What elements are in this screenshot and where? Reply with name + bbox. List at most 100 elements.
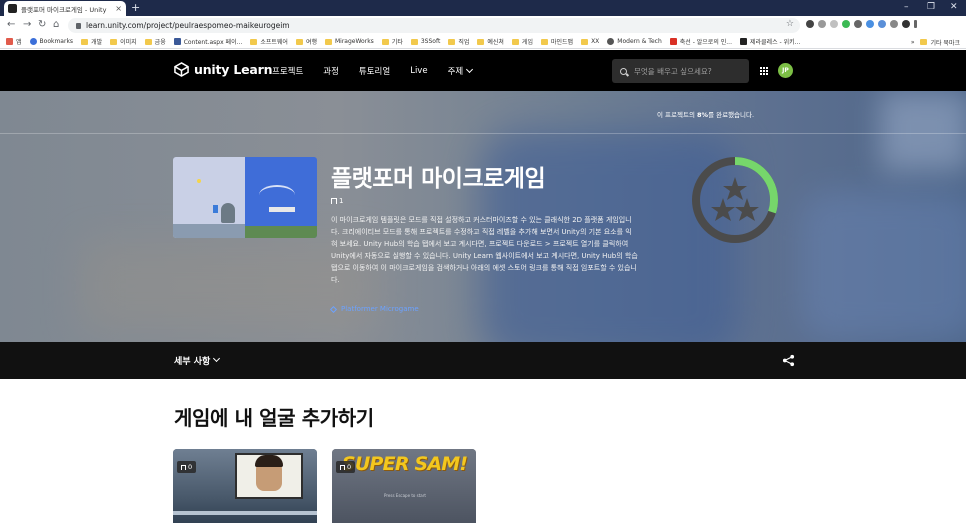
puzzle-extensions-icon[interactable] — [890, 20, 898, 28]
bookmark-folder[interactable]: 기타 — [381, 37, 403, 46]
thumbnail-tree — [221, 203, 235, 223]
bookmark-folder[interactable]: 여행 — [295, 37, 317, 46]
back-arrow-icon[interactable]: ← — [7, 19, 15, 31]
bookmark-folder[interactable]: 예신쳐 — [477, 37, 504, 46]
extension-icon[interactable] — [878, 20, 886, 28]
bookmark-folder[interactable]: 소프트웨어 — [250, 37, 288, 46]
search-input[interactable] — [634, 66, 744, 76]
bookmark-folder[interactable]: 금융 — [144, 37, 166, 46]
thumbnail-jump-arc — [259, 185, 295, 205]
folder-icon — [477, 38, 485, 45]
extension-icon[interactable] — [854, 20, 862, 28]
project-tag-label: Platformer Microgame — [341, 305, 419, 313]
bookmark-item[interactable]: Modern & Tech — [607, 38, 662, 45]
project-tag-link[interactable]: Platformer Microgame — [329, 305, 419, 313]
bookmark-label: 직업 — [458, 39, 470, 46]
bookmark-label: 축선 - 알으로의 인... — [679, 39, 732, 46]
nav-live[interactable]: Live — [410, 66, 427, 76]
extension-icon[interactable] — [842, 20, 850, 28]
other-bookmarks-folder[interactable]: 기타 북마크 — [920, 38, 960, 47]
unity-favicon-icon — [8, 4, 17, 13]
card-photo-hair — [255, 455, 283, 467]
bookmark-label: Modern & Tech — [617, 38, 662, 45]
browser-tab[interactable]: 플랫포머 마이크로게임 - Unity × — [4, 1, 126, 16]
extension-icon[interactable] — [818, 20, 826, 28]
address-bar[interactable]: learn.unity.com/project/peulraespomeo-ma… — [68, 18, 800, 33]
nav-topics-label: 주제 — [447, 66, 464, 77]
bookmark-label: XX — [591, 38, 600, 45]
card-art-title: SUPER SAM! — [342, 453, 468, 475]
card-count-value: 0 — [347, 463, 352, 471]
bookmark-folder[interactable]: 이미지 — [110, 37, 137, 46]
close-window-button[interactable]: ✕ — [950, 1, 958, 14]
bookmark-label: Content.aspx 페이... — [183, 39, 243, 46]
reload-icon[interactable]: ↻ — [38, 19, 46, 31]
bookmark-folder[interactable]: 직업 — [448, 37, 469, 46]
unity-learn-logo[interactable]: unity Learn — [174, 62, 273, 77]
bookmark-item[interactable]: Bookmarks — [29, 38, 74, 45]
bookmark-folder[interactable]: XX — [581, 38, 599, 45]
bookmark-item[interactable]: 제라클레스 - 위키... — [740, 37, 800, 46]
globe-icon — [607, 38, 615, 45]
extension-icon[interactable] — [806, 20, 814, 28]
project-count-value: 1 — [339, 197, 344, 205]
tutorial-card[interactable]: 0 — [173, 449, 317, 523]
bookmark-item[interactable]: 축선 - 알으로의 인... — [669, 37, 732, 46]
chevron-down-icon — [213, 354, 221, 363]
bookmark-folder[interactable]: 마인드맵 — [540, 37, 573, 46]
extension-icon[interactable] — [830, 20, 838, 28]
card-count-badge: 0 — [336, 461, 356, 473]
tutorial-card[interactable]: SUPER SAM! Press Escape to start 0 — [332, 449, 476, 523]
bookmark-folder[interactable]: 개발 — [81, 37, 102, 46]
star-icon — [723, 177, 747, 200]
bookmarks-more-button[interactable]: » — [911, 39, 915, 46]
lock-icon — [76, 22, 81, 29]
nav-courses[interactable]: 과정 — [323, 65, 339, 77]
bookmarks-overflow: » 기타 북마크 — [911, 35, 960, 48]
folder-icon — [920, 39, 928, 45]
tab-close-icon[interactable]: × — [115, 4, 122, 13]
bookmark-item[interactable]: Content.aspx 페이... — [173, 37, 243, 46]
details-toggle[interactable]: 세부 사항 — [174, 342, 221, 379]
menu-kebab-icon[interactable] — [914, 20, 917, 28]
new-tab-button[interactable]: + — [131, 1, 140, 15]
progress-value: 8% — [697, 111, 709, 119]
bookmark-label: 3SSoft — [420, 38, 441, 45]
nav-tutorials[interactable]: 튜토리얼 — [359, 65, 390, 77]
bookmark-label: Bookmarks — [39, 38, 74, 45]
folder-icon — [110, 38, 118, 45]
card-image-rail — [173, 511, 317, 515]
browser-toolbar: ← → ↻ ⌂ learn.unity.com/project/peulraes… — [0, 16, 966, 35]
folder-icon — [144, 38, 152, 45]
forward-arrow-icon[interactable]: → — [23, 19, 31, 31]
main-nav: 프로젝트 과정 튜토리얼 Live 주제 — [272, 50, 474, 91]
bookmark-apps[interactable]: 앱 — [6, 37, 22, 46]
page-icon — [669, 38, 677, 45]
bookmark-folder[interactable]: 게임 — [511, 37, 533, 46]
maximize-button[interactable]: ❐ — [927, 1, 935, 14]
progress-suffix: 를 완료했습니다. — [708, 111, 755, 119]
extension-icon[interactable] — [866, 20, 874, 28]
nav-topics-dropdown[interactable]: 주제 — [447, 65, 474, 77]
share-icon[interactable] — [782, 354, 795, 367]
minimize-button[interactable]: – — [904, 1, 909, 14]
nav-projects[interactable]: 프로젝트 — [272, 65, 303, 77]
thumbnail-coin — [197, 179, 201, 183]
search-box[interactable] — [612, 59, 749, 83]
bookmark-star-icon[interactable]: ☆ — [786, 19, 794, 29]
project-title: 플랫포머 마이크로게임 — [331, 166, 546, 192]
bookmark-folder[interactable]: 3SSoft — [410, 38, 441, 45]
apps-grid-icon[interactable] — [760, 67, 768, 75]
star-icon — [29, 38, 37, 45]
home-icon[interactable]: ⌂ — [53, 19, 59, 31]
star-icon — [711, 198, 735, 221]
profile-icon[interactable] — [902, 20, 910, 28]
user-avatar[interactable]: JP — [778, 63, 793, 78]
card-count-badge: 0 — [177, 461, 197, 473]
bookmark-folder[interactable]: MirageWorks — [324, 38, 374, 45]
details-label: 세부 사항 — [174, 357, 211, 367]
card-count-value: 0 — [188, 463, 193, 471]
logo-text: unity Learn — [194, 62, 273, 77]
folder-icon — [250, 38, 258, 45]
page-icon — [173, 38, 181, 45]
